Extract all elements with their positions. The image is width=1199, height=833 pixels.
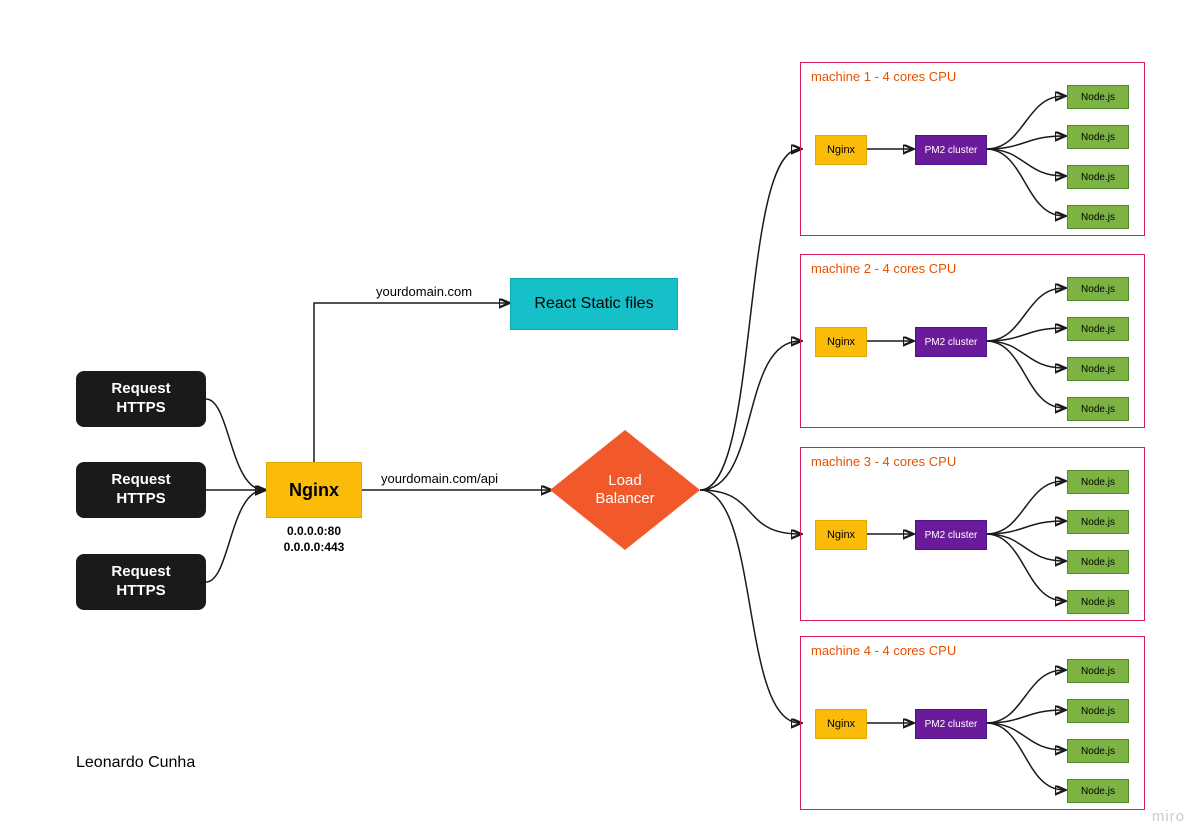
machine-nginx: Nginx <box>815 135 867 165</box>
machine-nginx: Nginx <box>815 520 867 550</box>
nodejs-instance: Node.js <box>1067 205 1129 229</box>
machine-title: machine 1 - 4 cores CPU <box>811 69 956 84</box>
nodejs-instance: Node.js <box>1067 470 1129 494</box>
machine-box-1: machine 1 - 4 cores CPU Nginx PM2 cluster N… <box>800 62 1145 236</box>
nodejs-instance: Node.js <box>1067 699 1129 723</box>
nodejs-instance: Node.js <box>1067 125 1129 149</box>
machine-pm2: PM2 cluster <box>915 327 987 357</box>
author-name: Leonardo Cunha <box>76 754 195 772</box>
nodejs-instance: Node.js <box>1067 659 1129 683</box>
react-static-files: React Static files <box>510 278 678 330</box>
nodejs-instance: Node.js <box>1067 317 1129 341</box>
nginx-main: Nginx <box>266 462 362 518</box>
machine-box-3: machine 3 - 4 cores CPU Nginx PM2 cluster N… <box>800 447 1145 621</box>
nodejs-instance: Node.js <box>1067 550 1129 574</box>
request-https-3: Request HTTPS <box>76 554 206 610</box>
nodejs-instance: Node.js <box>1067 590 1129 614</box>
machine-nginx: Nginx <box>815 709 867 739</box>
nodejs-instance: Node.js <box>1067 277 1129 301</box>
route-api-label: yourdomain.com/api <box>381 471 498 486</box>
machine-title: machine 3 - 4 cores CPU <box>811 454 956 469</box>
load-balancer: Load Balancer <box>550 430 700 550</box>
machine-title: machine 4 - 4 cores CPU <box>811 643 956 658</box>
nodejs-instance: Node.js <box>1067 85 1129 109</box>
nodejs-instance: Node.js <box>1067 357 1129 381</box>
machine-box-2: machine 2 - 4 cores CPU Nginx PM2 cluster N… <box>800 254 1145 428</box>
machine-pm2: PM2 cluster <box>915 709 987 739</box>
nginx-ports: 0.0.0.0:80 0.0.0.0:443 <box>268 524 360 555</box>
machine-pm2: PM2 cluster <box>915 520 987 550</box>
nodejs-instance: Node.js <box>1067 779 1129 803</box>
request-https-1: Request HTTPS <box>76 371 206 427</box>
machine-box-4: machine 4 - 4 cores CPU Nginx PM2 cluster N… <box>800 636 1145 810</box>
request-https-2: Request HTTPS <box>76 462 206 518</box>
route-static-label: yourdomain.com <box>376 284 472 299</box>
nodejs-instance: Node.js <box>1067 397 1129 421</box>
miro-watermark: miro <box>1152 808 1185 825</box>
nodejs-instance: Node.js <box>1067 739 1129 763</box>
machine-nginx: Nginx <box>815 327 867 357</box>
machine-title: machine 2 - 4 cores CPU <box>811 261 956 276</box>
nodejs-instance: Node.js <box>1067 510 1129 534</box>
machine-pm2: PM2 cluster <box>915 135 987 165</box>
nodejs-instance: Node.js <box>1067 165 1129 189</box>
